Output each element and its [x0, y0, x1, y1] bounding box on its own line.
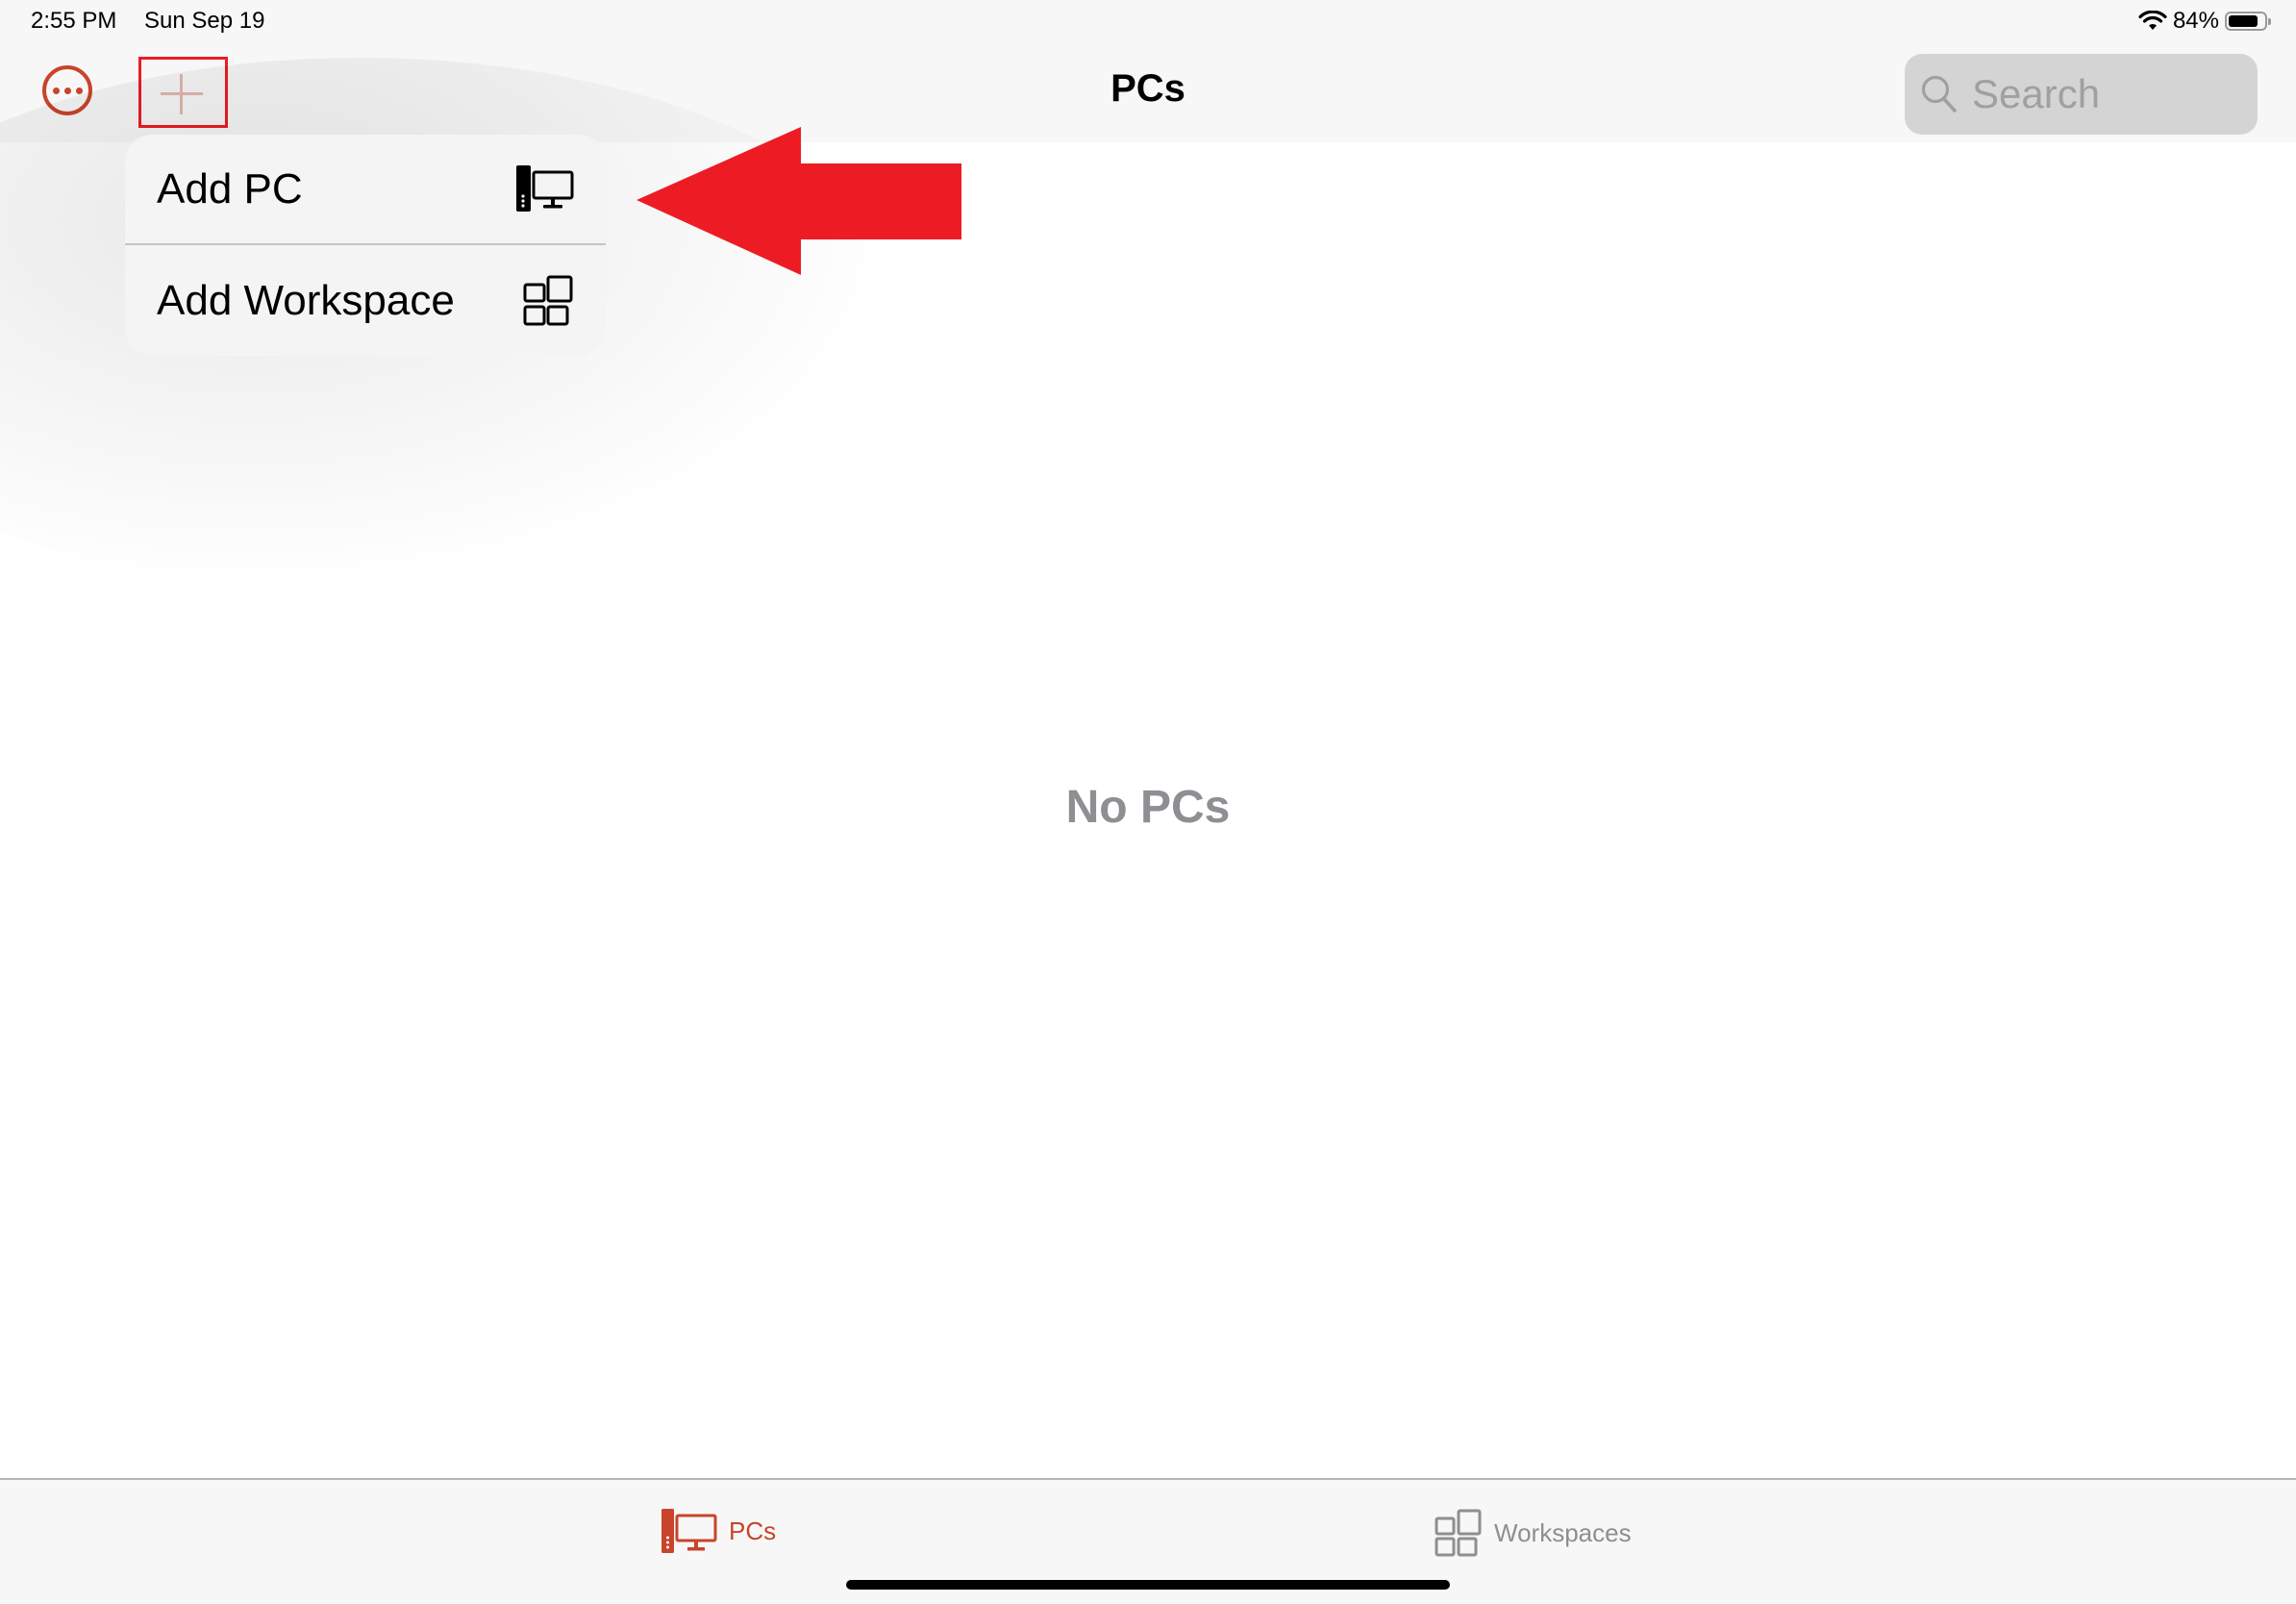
menu-item-add-pc[interactable]: Add PC — [125, 135, 606, 245]
desktop-pc-icon — [516, 164, 574, 212]
status-date: Sun Sep 19 — [144, 8, 265, 34]
add-menu: Add PC Add Workspace — [125, 135, 606, 356]
desktop-pc-icon — [661, 1509, 717, 1553]
wifi-icon — [2138, 11, 2167, 30]
workspace-grid-icon — [523, 275, 573, 325]
battery-icon — [2225, 12, 2271, 31]
tab-pcs[interactable]: PCs — [661, 1509, 776, 1553]
search-input[interactable] — [1970, 70, 2243, 118]
search-icon — [1921, 75, 1957, 113]
menu-item-label: Add Workspace — [157, 276, 455, 324]
status-time: 2:55 PM — [31, 8, 117, 34]
battery-percent: 84% — [2172, 8, 2219, 34]
status-indicators: 84% — [2138, 8, 2271, 35]
home-indicator[interactable] — [846, 1580, 1450, 1590]
menu-item-add-workspace[interactable]: Add Workspace — [125, 245, 606, 356]
workspace-grid-icon — [1435, 1509, 1482, 1557]
annotation-arrow — [636, 127, 961, 275]
tab-workspaces[interactable]: Workspaces — [1435, 1509, 1632, 1557]
empty-state-message: No PCs — [1065, 782, 1231, 833]
search-field[interactable] — [1905, 54, 2258, 135]
tab-label: PCs — [729, 1516, 777, 1545]
menu-item-label: Add PC — [157, 164, 303, 213]
battery-level — [2229, 15, 2259, 27]
tab-label: Workspaces — [1494, 1517, 1632, 1547]
